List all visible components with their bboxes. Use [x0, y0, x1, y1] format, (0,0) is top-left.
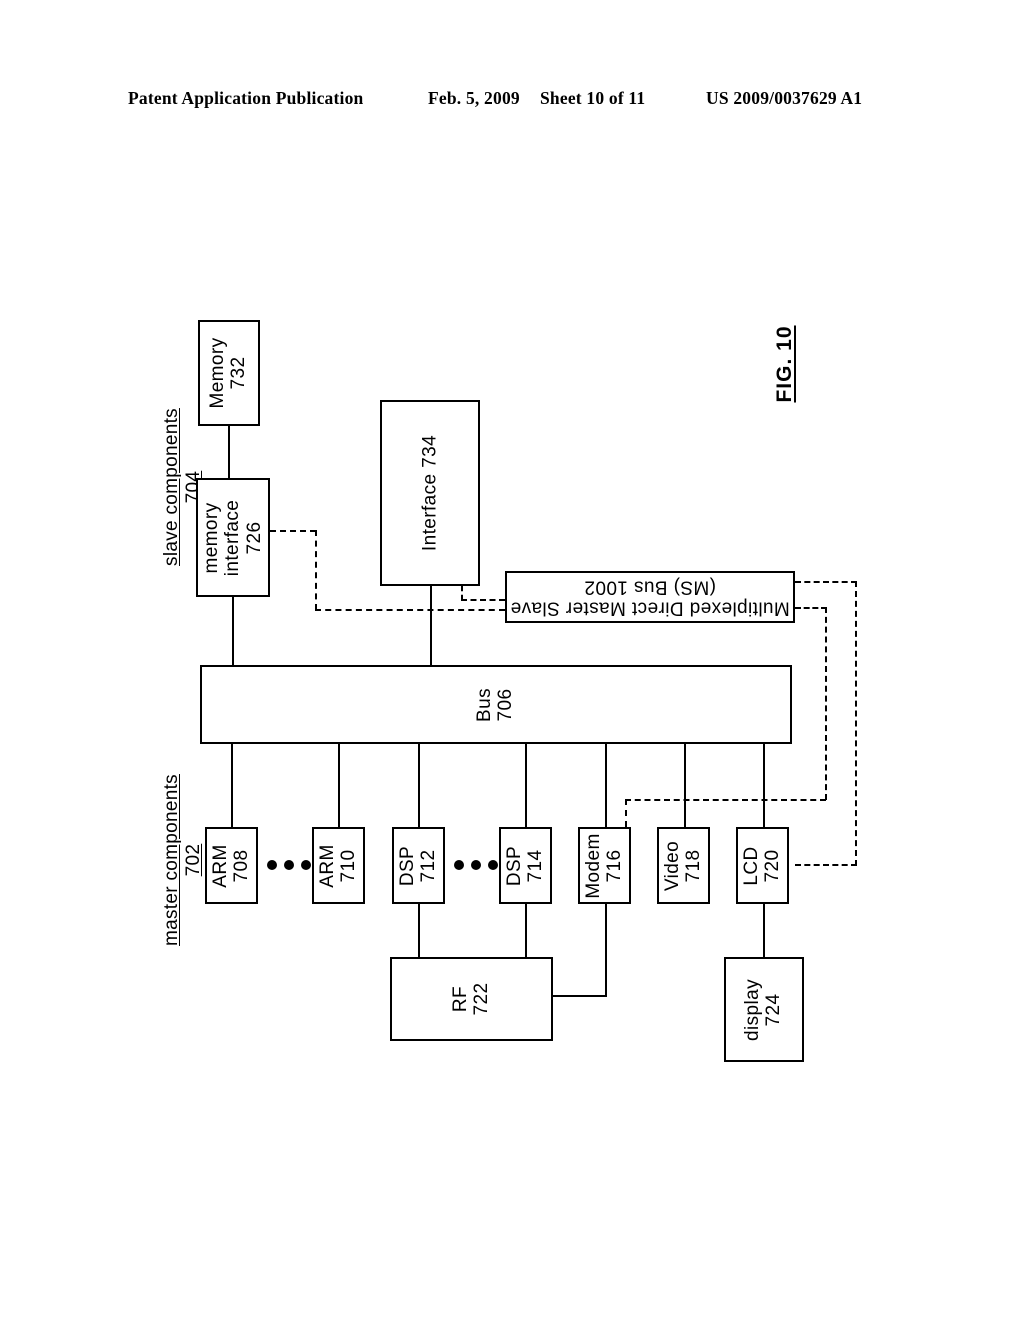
connector-bus-to-arm-708 [231, 744, 233, 827]
block-ms-bus-1002-label: Multiplexed Direct Master Slave (MS) Bus… [510, 576, 790, 619]
block-rf-722-label: RF 722 [449, 982, 493, 1016]
block-arm-708-name: ARM [209, 843, 231, 888]
figure-diagram: FIG. 10 slave components 704 master comp… [0, 0, 1024, 1320]
block-arm-710-label: ARM 710 [316, 843, 360, 888]
connector-memory-to-memory-interface [228, 426, 230, 478]
connector-bus-to-dsp-714 [525, 744, 527, 827]
ellipsis-dot [284, 860, 294, 870]
block-bus-706: Bus 706 [200, 665, 792, 744]
group-caption-slave-name: slave components [161, 408, 182, 566]
block-memory-interface-726-ref: 726 [243, 521, 265, 554]
dashed-interface-ms-bus-h [461, 599, 505, 601]
dashed-memory-interface-ms-bus-h2 [315, 609, 505, 611]
block-interface-734-label: Interface 734 [419, 435, 440, 551]
block-dsp-714-label: DSP 714 [503, 845, 547, 886]
block-ms-bus-1002-line1: Multiplexed Direct Master Slave [510, 597, 790, 619]
ellipsis-dot [267, 860, 277, 870]
connector-dsp-714-to-rf [525, 904, 527, 957]
dashed-ms-bus-lcd-v [855, 581, 857, 866]
connector-memory-interface-to-bus [232, 597, 234, 665]
connector-dsp-712-to-rf [418, 904, 420, 957]
block-lcd-720: LCD 720 [736, 827, 789, 904]
block-display-724-name: display [742, 978, 764, 1041]
block-video-718-label: Video 718 [661, 840, 705, 891]
block-dsp-712-label: DSP 712 [396, 845, 440, 886]
dashed-ms-bus-modem-h1 [795, 607, 827, 609]
block-arm-710-ref: 710 [337, 849, 359, 882]
connector-bus-to-lcd-720 [763, 744, 765, 827]
block-bus-706-ref: 706 [495, 688, 516, 721]
block-dsp-712-ref: 712 [417, 849, 439, 882]
group-caption-master-components: master components 702 [161, 751, 205, 969]
connector-bus-to-arm-710 [338, 744, 340, 827]
block-arm-710: ARM 710 [312, 827, 365, 904]
connector-modem-to-rf-h [551, 995, 607, 997]
ellipsis-dot [454, 860, 464, 870]
block-arm-708: ARM 708 [205, 827, 258, 904]
block-lcd-720-ref: 720 [761, 849, 783, 882]
ellipsis-dsp-series [453, 858, 499, 872]
block-interface-734: Interface 734 [380, 400, 480, 586]
dashed-memory-interface-ms-bus-v [315, 530, 317, 610]
block-arm-710-name: ARM [316, 843, 338, 888]
block-video-718-ref: 718 [682, 849, 704, 882]
block-rf-722-name: RF [449, 985, 471, 1013]
figure-number-label: FIG. 10 [773, 325, 796, 403]
ellipsis-dot [488, 860, 498, 870]
block-modem-716: Modem 716 [578, 827, 631, 904]
block-rf-722-ref: 722 [470, 982, 492, 1016]
block-dsp-714-name: DSP [503, 845, 525, 886]
dashed-ms-bus-lcd-h2 [795, 864, 857, 866]
block-ms-bus-1002: Multiplexed Direct Master Slave (MS) Bus… [505, 571, 795, 623]
block-lcd-720-label: LCD 720 [740, 845, 784, 886]
group-caption-master-ref: 702 [182, 843, 204, 877]
connector-bus-to-modem-716 [605, 744, 607, 827]
block-dsp-714-ref: 714 [524, 849, 546, 882]
ellipsis-dot [471, 860, 481, 870]
block-display-724-label: display 724 [742, 978, 785, 1041]
group-caption-master-name: master components [161, 774, 182, 946]
connector-lcd-to-display [763, 904, 765, 957]
block-dsp-712-name: DSP [396, 845, 418, 886]
connector-bus-to-dsp-712 [418, 744, 420, 827]
block-arm-708-ref: 708 [230, 849, 252, 882]
connector-modem-to-rf-v [605, 904, 607, 996]
block-dsp-712: DSP 712 [392, 827, 445, 904]
dashed-interface-ms-bus-v [461, 586, 463, 600]
block-video-718: Video 718 [657, 827, 710, 904]
block-dsp-714: DSP 714 [499, 827, 552, 904]
block-bus-706-name: Bus [474, 687, 496, 722]
block-memory-interface-726: memory interface 726 [196, 478, 270, 597]
block-memory-interface-726-name: memory [201, 501, 223, 574]
block-video-718-name: Video [661, 840, 683, 891]
dashed-ms-bus-lcd-h1 [795, 581, 857, 583]
dashed-ms-bus-modem-v1 [825, 607, 827, 800]
block-bus-706-label: Bus 706 [474, 687, 517, 722]
block-arm-708-label: ARM 708 [209, 843, 253, 888]
block-memory-732-ref: 732 [228, 356, 249, 390]
ellipsis-arm-series [266, 858, 312, 872]
dashed-memory-interface-ms-bus-h1 [270, 530, 316, 532]
block-modem-716-name: Modem [582, 832, 604, 899]
block-memory-732: Memory 732 [198, 320, 260, 426]
block-interface-734-name: Interface 734 [419, 434, 441, 552]
block-rf-722: RF 722 [390, 957, 553, 1041]
dashed-ms-bus-modem-h2 [625, 799, 826, 801]
block-memory-732-label: Memory 732 [207, 337, 250, 409]
block-lcd-720-name: LCD [740, 845, 762, 886]
block-modem-716-ref: 716 [603, 849, 625, 882]
block-memory-interface-726-name2: interface [222, 499, 244, 576]
block-memory-732-name: Memory [207, 337, 229, 409]
connector-bus-to-video-718 [684, 744, 686, 827]
connector-interface-to-bus [430, 586, 432, 665]
block-memory-interface-726-label: memory interface 726 [201, 499, 265, 575]
block-display-724: display 724 [724, 957, 804, 1062]
ellipsis-dot [301, 860, 311, 870]
dashed-ms-bus-modem-v2 [625, 799, 627, 827]
block-display-724-ref: 724 [763, 993, 784, 1026]
block-ms-bus-1002-line2: (MS) Bus 1002 [584, 576, 716, 597]
block-modem-716-label: Modem 716 [582, 832, 626, 899]
